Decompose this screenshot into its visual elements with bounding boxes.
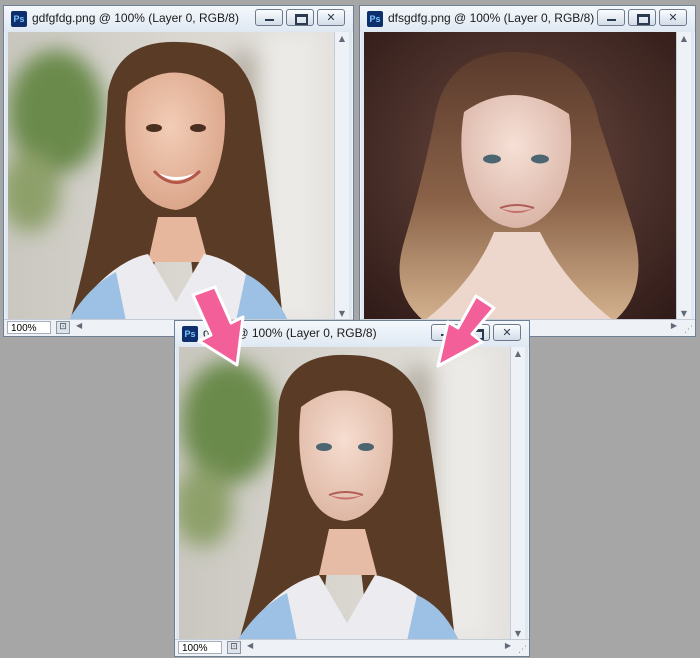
portrait-photo (179, 347, 511, 641)
maximize-button[interactable] (628, 9, 656, 26)
window-title: gdfgfdg.png @ 100% (Layer 0, RGB/8) (32, 11, 239, 25)
scroll-right-icon[interactable]: ▶ (671, 321, 677, 330)
image-canvas[interactable] (364, 32, 677, 321)
image-canvas[interactable] (8, 32, 335, 321)
zoom-field[interactable]: 100% (178, 641, 222, 654)
scroll-up-icon[interactable]: ▲ (335, 32, 349, 46)
portrait-photo (8, 32, 335, 321)
vertical-scrollbar[interactable]: ▲ ▼ (334, 32, 349, 321)
resize-grip-icon[interactable]: ⋰ (684, 325, 693, 335)
image-canvas[interactable] (179, 347, 511, 641)
portrait-photo (364, 32, 677, 321)
document-window-face[interactable]: Ps dfsgdfg.png @ 100% (Layer 0, RGB/8) ▲ (359, 5, 696, 337)
photoshop-document-icon: Ps (367, 11, 383, 27)
scroll-up-icon[interactable]: ▲ (677, 32, 691, 46)
close-button[interactable] (659, 9, 687, 26)
vertical-scrollbar[interactable]: ▲ ▼ (510, 347, 525, 641)
document-window-source[interactable]: Ps gdfgfdg.png @ 100% (Layer 0, RGB/8) ✕… (3, 5, 354, 337)
status-bar: 100% ⊡ ◀ ▶ ⋰ (175, 639, 529, 656)
down-left-arrow-icon (436, 294, 496, 368)
scroll-right-icon[interactable]: ▶ (505, 641, 511, 650)
down-right-arrow-icon (191, 285, 245, 367)
vertical-scrollbar[interactable]: ▲ ▼ (676, 32, 691, 321)
scroll-up-icon[interactable]: ▲ (511, 347, 525, 361)
scroll-left-icon[interactable]: ◀ (247, 641, 253, 650)
maximize-button[interactable] (286, 9, 314, 26)
status-menu-button[interactable]: ⊡ (227, 641, 241, 654)
window-title: dfsgdfg.png @ 100% (Layer 0, RGB/8) (388, 11, 595, 25)
minimize-button[interactable] (597, 9, 625, 26)
scroll-left-icon[interactable]: ◀ (76, 321, 82, 330)
zoom-field[interactable]: 100% (7, 321, 51, 334)
photoshop-document-icon: Ps (11, 11, 27, 27)
status-menu-button[interactable]: ⊡ (56, 321, 70, 334)
title-bar[interactable]: Ps gdfgfdg.png @ 100% (Layer 0, RGB/8) (4, 6, 353, 32)
resize-grip-icon[interactable]: ⋰ (518, 645, 527, 655)
title-bar[interactable]: Ps dfsgdfg.png @ 100% (Layer 0, RGB/8) (360, 6, 695, 32)
minimize-button[interactable] (255, 9, 283, 26)
close-button[interactable] (317, 9, 345, 26)
